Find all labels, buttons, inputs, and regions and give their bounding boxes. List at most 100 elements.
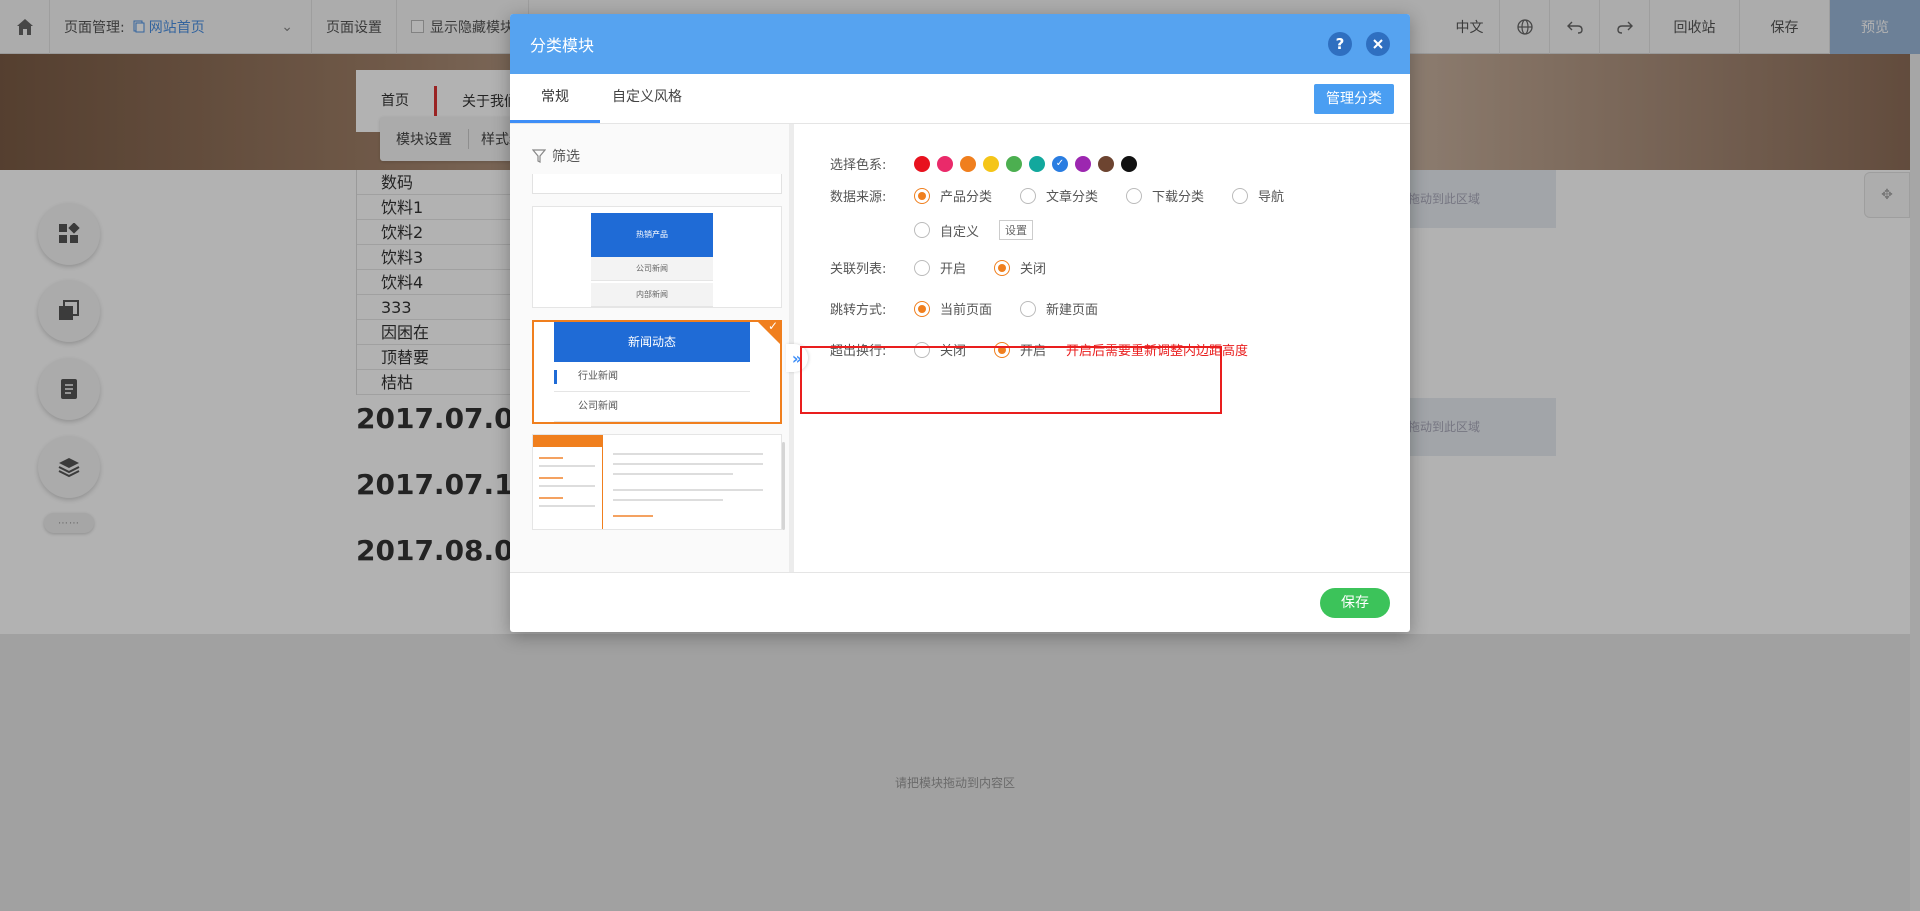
style-gallery: 筛选 热销产品 公司新闻 内部新闻 新闻动态 行业新闻 公司新闻 ✓ — [510, 124, 794, 572]
thumbnail-decoration — [613, 453, 763, 455]
dialog-title: 分类模块 — [530, 36, 595, 55]
thumbnail-decoration — [533, 435, 603, 447]
wrap-option-on[interactable]: 开启 — [994, 340, 1046, 359]
source-option-label: 文章分类 — [1046, 190, 1099, 205]
thumbnail-decoration — [539, 505, 595, 507]
wrap-warning-text: 开启后需要重新调整内边距高度 — [1066, 344, 1249, 359]
color-label: 选择色系: — [830, 158, 887, 173]
thumbnail-row: 公司新闻 — [554, 392, 750, 422]
color-swatch[interactable] — [914, 155, 930, 172]
radio-unchecked[interactable] — [1020, 187, 1037, 204]
radio-unchecked[interactable] — [1126, 187, 1143, 204]
related-option-on[interactable]: 开启 — [914, 258, 966, 277]
manage-categories-button[interactable]: 管理分类 — [1314, 84, 1394, 114]
style-thumbnail-selected[interactable]: 新闻动态 行业新闻 公司新闻 ✓ — [532, 319, 782, 424]
source-option-label: 导航 — [1258, 190, 1285, 205]
help-button[interactable]: ? — [1328, 32, 1352, 56]
color-swatch[interactable] — [1006, 155, 1022, 172]
radio-unchecked[interactable] — [1232, 187, 1249, 204]
thumbnail-decoration — [539, 457, 563, 459]
dialog-header: 分类模块 ? — [510, 14, 1410, 74]
thumbnail-heading: 热销产品 — [591, 213, 713, 257]
radio-checked[interactable] — [914, 300, 930, 317]
wrap-option-label: 开启 — [1020, 344, 1047, 359]
color-swatch[interactable] — [1075, 155, 1091, 172]
radio-checked[interactable] — [914, 187, 930, 204]
dialog-save-button[interactable]: 保存 — [1320, 588, 1390, 618]
thumbnail-decoration — [613, 499, 723, 501]
dialog-body: 筛选 热销产品 公司新闻 内部新闻 新闻动态 行业新闻 公司新闻 ✓ » 选择色… — [510, 124, 1410, 572]
tab-general[interactable]: 常规 — [510, 73, 600, 123]
collapse-panel-button[interactable]: » — [786, 344, 808, 372]
filter-label: 筛选 — [552, 149, 580, 165]
color-swatch-selected[interactable]: ✓ — [1052, 155, 1068, 172]
thumbnail-decoration — [533, 447, 603, 529]
thumbnail-decoration — [613, 473, 733, 475]
dialog-tabs: 常规 自定义风格 管理分类 — [510, 74, 1410, 124]
radio-unchecked[interactable] — [914, 222, 930, 238]
close-button[interactable] — [1366, 32, 1390, 56]
color-swatches: ✓ — [914, 155, 1144, 172]
tab-custom-style[interactable]: 自定义风格 — [600, 73, 713, 123]
check-icon: ✓ — [767, 319, 778, 333]
source-option-nav[interactable]: 导航 — [1232, 186, 1284, 205]
radio-unchecked[interactable] — [914, 341, 930, 358]
thumbnail-row: 公司新闻 — [591, 257, 713, 281]
color-swatch[interactable] — [937, 155, 953, 172]
jump-option-label: 当前页面 — [940, 303, 993, 318]
source-option-product[interactable]: 产品分类 — [914, 186, 992, 205]
custom-set-button[interactable]: 设置 — [999, 220, 1034, 240]
color-row: 选择色系: ✓ — [830, 154, 1144, 173]
thumbnail-decoration — [613, 463, 763, 465]
source-option-custom[interactable]: 自定义 — [914, 221, 979, 240]
radio-checked[interactable] — [994, 341, 1011, 358]
jump-option-current[interactable]: 当前页面 — [914, 299, 992, 318]
source-row: 数据来源: 产品分类 文章分类 下载分类 导航 — [830, 186, 1312, 205]
related-option-label: 关闭 — [1020, 262, 1047, 277]
style-thumbnail[interactable] — [532, 434, 782, 530]
radio-checked[interactable] — [994, 259, 1011, 276]
wrap-option-off[interactable]: 关闭 — [914, 340, 966, 359]
related-option-off[interactable]: 关闭 — [994, 258, 1046, 277]
gallery-scrollbar[interactable] — [782, 442, 785, 530]
filter-button[interactable]: 筛选 — [532, 146, 580, 166]
jump-option-label: 新建页面 — [1046, 303, 1099, 318]
dialog-footer: 保存 — [510, 572, 1410, 632]
related-option-label: 开启 — [940, 262, 967, 277]
thumbnail-heading: 新闻动态 — [554, 322, 750, 362]
thumbnail-decoration — [613, 489, 763, 491]
thumbnail-decoration — [539, 477, 563, 479]
wrap-row: 超出换行: 关闭 开启 开启后需要重新调整内边距高度 — [830, 340, 1248, 359]
check-icon: ✓ — [1055, 158, 1065, 169]
wrap-option-label: 关闭 — [940, 344, 967, 359]
color-swatch[interactable] — [960, 155, 976, 172]
source-option-download[interactable]: 下载分类 — [1126, 186, 1204, 205]
source-label: 数据来源: — [830, 190, 887, 205]
jump-label: 跳转方式: — [830, 303, 887, 318]
thumbnail-decoration — [539, 497, 563, 499]
style-thumbnail[interactable] — [532, 174, 782, 194]
color-swatch[interactable] — [1098, 155, 1114, 172]
close-icon — [1373, 39, 1383, 49]
jump-row: 跳转方式: 当前页面 新建页面 — [830, 299, 1126, 318]
related-label: 关联列表: — [830, 262, 887, 277]
filter-icon — [532, 149, 546, 163]
source-option-article[interactable]: 文章分类 — [1020, 186, 1098, 205]
color-swatch[interactable] — [983, 155, 999, 172]
thumbnail-row: 内部新闻 — [591, 283, 713, 307]
category-module-dialog: 分类模块 ? 常规 自定义风格 管理分类 筛选 热销产品 公司新闻 内部新闻 新… — [510, 14, 1410, 632]
thumbnail-decoration — [539, 485, 595, 487]
thumbnail-row: 行业新闻 — [554, 362, 750, 392]
radio-unchecked[interactable] — [1020, 300, 1037, 317]
radio-unchecked[interactable] — [914, 259, 930, 276]
source-option-label: 产品分类 — [940, 190, 993, 205]
style-thumbnail[interactable]: 热销产品 公司新闻 内部新闻 — [532, 206, 782, 308]
jump-option-new[interactable]: 新建页面 — [1020, 299, 1098, 318]
thumbnail-decoration — [539, 465, 595, 467]
source-option-label: 下载分类 — [1152, 190, 1205, 205]
thumbnail-decoration — [613, 515, 653, 517]
color-swatch[interactable] — [1121, 155, 1137, 172]
wrap-label: 超出换行: — [830, 344, 887, 359]
color-swatch[interactable] — [1029, 155, 1045, 172]
related-row: 关联列表: 开启 关闭 — [830, 258, 1074, 277]
